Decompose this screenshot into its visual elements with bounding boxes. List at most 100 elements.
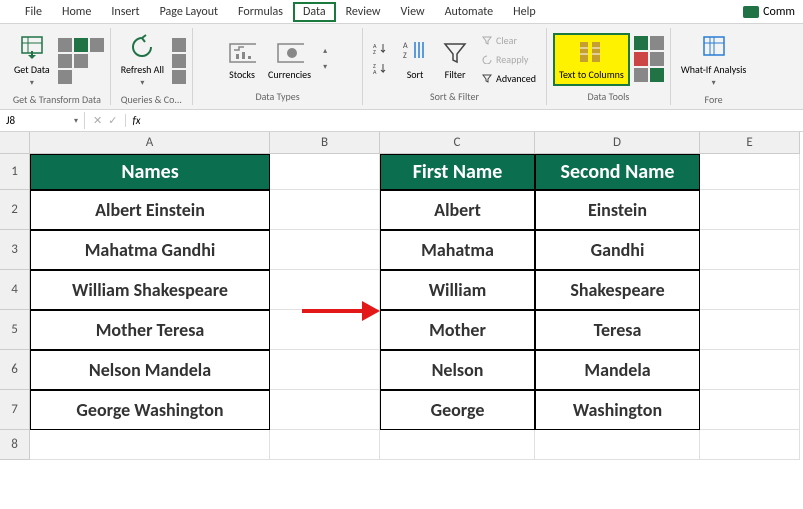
col-header-B[interactable]: B [270, 132, 380, 154]
currencies-button[interactable]: Currencies [264, 35, 315, 84]
cell-D5[interactable]: Teresa [535, 310, 700, 350]
reapply-button[interactable]: Reapply [477, 51, 540, 68]
col-header-A[interactable]: A [30, 132, 270, 154]
row-header-5[interactable]: 5 [0, 310, 30, 350]
row-header-3[interactable]: 3 [0, 230, 30, 270]
small-icon[interactable] [74, 38, 88, 52]
small-icon[interactable] [172, 54, 186, 68]
cell-B8[interactable] [270, 430, 380, 460]
cell-E6[interactable] [700, 350, 800, 390]
small-icon[interactable] [172, 70, 186, 84]
row-header-8[interactable]: 8 [0, 430, 30, 460]
sort-desc-button[interactable]: ZA [369, 60, 393, 78]
menu-automate[interactable]: Automate [435, 2, 504, 22]
cell-E1[interactable] [700, 154, 800, 190]
col-header-C[interactable]: C [380, 132, 535, 154]
name-box[interactable]: J8 ▾ [0, 112, 85, 129]
clear-button[interactable]: Clear [477, 32, 540, 49]
refresh-all-button[interactable]: Refresh All▾ [117, 30, 168, 91]
cell-D8[interactable] [535, 430, 700, 460]
get-data-button[interactable]: Get Data▾ [10, 30, 54, 91]
cell-E4[interactable] [700, 270, 800, 310]
col-header-D[interactable]: D [535, 132, 700, 154]
cell-B3[interactable] [270, 230, 380, 270]
cell-D1[interactable]: Second Name [535, 154, 700, 190]
row-header-7[interactable]: 7 [0, 390, 30, 430]
col-header-E[interactable]: E [700, 132, 800, 154]
filter-button[interactable]: Filter [437, 35, 473, 84]
menu-formulas[interactable]: Formulas [228, 2, 293, 22]
cell-A4[interactable]: William Shakespeare [30, 270, 270, 310]
scroll-down-icon[interactable]: ▾ [323, 62, 327, 72]
small-icon[interactable] [650, 68, 664, 82]
row-header-6[interactable]: 6 [0, 350, 30, 390]
cell-C4[interactable]: William [380, 270, 535, 310]
cell-A6[interactable]: Nelson Mandela [30, 350, 270, 390]
menu-file[interactable]: File [15, 2, 52, 22]
menu-help[interactable]: Help [503, 2, 546, 22]
small-icons-group [58, 38, 104, 84]
fx-button[interactable]: fx [126, 114, 146, 127]
comments-button[interactable]: Comm [735, 2, 803, 22]
cell-D6[interactable]: Mandela [535, 350, 700, 390]
cell-E8[interactable] [700, 430, 800, 460]
text-to-columns-button[interactable]: Text to Columns [553, 33, 630, 86]
cell-B6[interactable] [270, 350, 380, 390]
cell-E2[interactable] [700, 190, 800, 230]
row-header-4[interactable]: 4 [0, 270, 30, 310]
small-icon[interactable] [58, 54, 72, 68]
cell-B2[interactable] [270, 190, 380, 230]
cell-A1[interactable]: Names [30, 154, 270, 190]
cell-D3[interactable]: Gandhi [535, 230, 700, 270]
menu-view[interactable]: View [391, 2, 435, 22]
enter-formula-icon[interactable]: ✓ [108, 114, 117, 127]
cell-E7[interactable] [700, 390, 800, 430]
cell-E3[interactable] [700, 230, 800, 270]
small-icon[interactable] [172, 38, 186, 52]
cell-C2[interactable]: Albert [380, 190, 535, 230]
cell-A5[interactable]: Mother Teresa [30, 310, 270, 350]
cell-C7[interactable]: George [380, 390, 535, 430]
small-icon[interactable] [650, 36, 664, 50]
cancel-formula-icon[interactable]: ✕ [93, 114, 102, 127]
small-icon[interactable] [634, 52, 648, 66]
cell-D7[interactable]: Washington [535, 390, 700, 430]
cell-E5[interactable] [700, 310, 800, 350]
menu-review[interactable]: Review [336, 2, 391, 22]
select-all-corner[interactable] [0, 132, 30, 154]
small-icon[interactable] [90, 38, 104, 52]
cell-A8[interactable] [30, 430, 270, 460]
small-icon[interactable] [74, 54, 88, 68]
cell-A3[interactable]: Mahatma Gandhi [30, 230, 270, 270]
cell-B7[interactable] [270, 390, 380, 430]
cell-A2[interactable]: Albert Einstein [30, 190, 270, 230]
small-icon[interactable] [58, 38, 72, 52]
ribbon-group-label: Sort & Filter [430, 88, 479, 103]
cell-C5[interactable]: Mother [380, 310, 535, 350]
row-header-1[interactable]: 1 [0, 154, 30, 190]
cell-A7[interactable]: George Washington [30, 390, 270, 430]
menu-insert[interactable]: Insert [101, 2, 149, 22]
small-icon[interactable] [650, 52, 664, 66]
small-icon[interactable] [58, 70, 72, 84]
menu-page-layout[interactable]: Page Layout [150, 2, 228, 22]
advanced-button[interactable]: Advanced [477, 70, 540, 87]
cell-D2[interactable]: Einstein [535, 190, 700, 230]
sort-asc-button[interactable]: AZ [369, 40, 393, 58]
menu-data[interactable]: Data [293, 2, 336, 22]
menu-home[interactable]: Home [52, 2, 101, 22]
sort-button[interactable]: AZ Sort [397, 35, 433, 84]
cell-B1[interactable] [270, 154, 380, 190]
cell-C1[interactable]: First Name [380, 154, 535, 190]
small-icon[interactable] [634, 36, 648, 50]
cell-D4[interactable]: Shakespeare [535, 270, 700, 310]
what-if-button[interactable]: What-If Analysis▾ [677, 30, 750, 91]
small-icon[interactable] [634, 68, 648, 82]
scroll-up-icon[interactable]: ▴ [323, 46, 327, 56]
cell-C3[interactable]: Mahatma [380, 230, 535, 270]
menubar: File Home Insert Page Layout Formulas Da… [0, 0, 803, 24]
row-header-2[interactable]: 2 [0, 190, 30, 230]
stocks-button[interactable]: Stocks [224, 35, 260, 84]
cell-C6[interactable]: Nelson [380, 350, 535, 390]
cell-C8[interactable] [380, 430, 535, 460]
